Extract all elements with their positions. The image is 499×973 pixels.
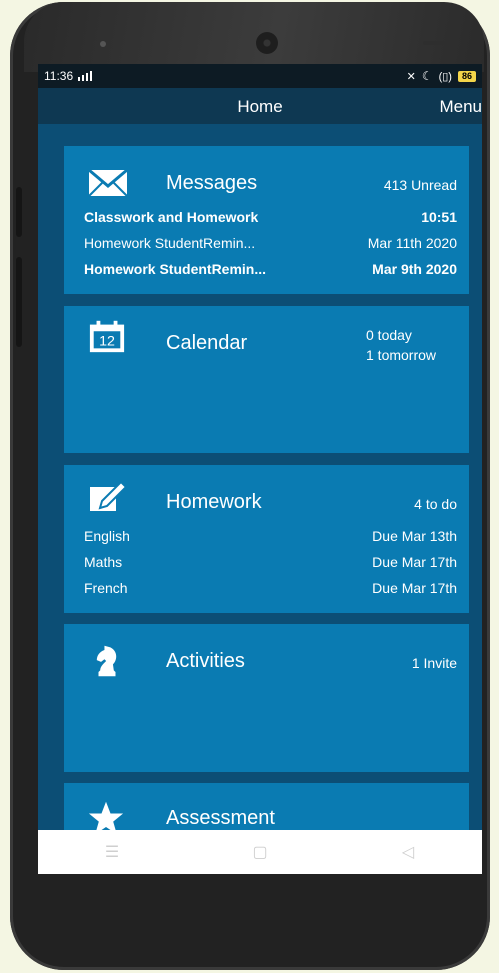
calendar-icon-day: 12 — [99, 334, 115, 350]
vibrate-icon: (▯) — [438, 70, 452, 83]
calendar-tomorrow: 1 tomorrow — [366, 347, 437, 363]
phone-screen: 11:36 ✕ ☾ (▯) 86 Home Menu Messages 413 … — [38, 64, 482, 874]
homework-due: Due Mar 17th — [372, 554, 457, 570]
side-button — [16, 257, 22, 347]
message-row[interactable]: Homework StudentRemin... Mar 9th 2020 — [84, 261, 457, 281]
front-camera — [100, 41, 106, 47]
status-bar: 11:36 ✕ ☾ (▯) 86 — [38, 64, 482, 88]
page-title: Home — [237, 97, 283, 116]
messages-card[interactable]: Messages 413 Unread Classwork and Homewo… — [64, 146, 469, 294]
phone-frame: 11:36 ✕ ☾ (▯) 86 Home Menu Messages 413 … — [10, 2, 490, 970]
homework-due: Due Mar 13th — [372, 528, 457, 544]
calendar-card[interactable]: 12 Calendar 0 today 1 tomorrow — [64, 306, 469, 453]
phone-bezel-top — [24, 2, 484, 72]
messages-title: Messages — [166, 172, 258, 194]
moon-icon: ☾ — [421, 69, 433, 83]
envelope-icon — [88, 168, 128, 197]
mute-icon: ✕ — [406, 70, 416, 83]
homework-subject: English — [84, 528, 130, 544]
menu-button[interactable]: Menu — [439, 97, 482, 117]
calendar-title: Calendar — [166, 332, 248, 354]
home-nav-icon[interactable]: ▢ — [240, 842, 280, 862]
activities-card[interactable]: Activities 1 Invite — [64, 624, 469, 772]
message-row[interactable]: Homework StudentRemin... Mar 11th 2020 — [84, 235, 457, 255]
message-subject: Homework StudentRemin... — [84, 235, 256, 251]
homework-row[interactable]: French Due Mar 17th — [84, 580, 457, 600]
earpiece-speaker — [256, 32, 278, 54]
activities-invite-count: 1 Invite — [411, 655, 457, 671]
homework-subject: French — [84, 580, 128, 596]
homework-row[interactable]: Maths Due Mar 17th — [84, 554, 457, 574]
homework-due: Due Mar 17th — [372, 580, 457, 596]
messages-unread-count: 413 Unread — [383, 177, 457, 193]
app-bar: Home Menu — [38, 88, 482, 124]
pencil-edit-icon — [90, 480, 128, 511]
homework-card[interactable]: Homework 4 to do English Due Mar 13th Ma… — [64, 465, 469, 613]
homework-title: Homework — [166, 491, 262, 513]
back-icon[interactable]: ◁ — [388, 842, 428, 862]
assessment-card[interactable]: Assessment — [64, 783, 469, 830]
signal-icon — [78, 71, 93, 81]
star-icon — [88, 801, 124, 830]
homework-row[interactable]: English Due Mar 13th — [84, 528, 457, 548]
battery-indicator: 86 — [457, 70, 476, 82]
android-nav-bar: ☰ ▢ ◁ — [38, 830, 482, 874]
message-subject: Classwork and Homework — [84, 209, 259, 225]
activities-title: Activities — [166, 650, 245, 672]
message-date: Mar 9th 2020 — [372, 261, 457, 277]
chess-knight-icon — [96, 645, 117, 677]
calendar-icon: 12 — [89, 320, 125, 353]
volume-button — [16, 187, 22, 237]
dashboard: Messages 413 Unread Classwork and Homewo… — [38, 124, 482, 830]
recent-apps-icon[interactable]: ☰ — [92, 842, 132, 862]
status-time: 11:36 — [44, 69, 74, 83]
proximity-sensor — [423, 41, 447, 45]
message-date: Mar 11th 2020 — [367, 235, 457, 251]
assessment-title: Assessment — [166, 807, 275, 829]
message-row[interactable]: Classwork and Homework 10:51 — [84, 209, 457, 229]
message-date: 10:51 — [421, 209, 457, 225]
message-subject: Homework StudentRemin... — [84, 261, 267, 277]
calendar-today: 0 today — [366, 327, 412, 343]
homework-todo-count: 4 to do — [414, 496, 457, 512]
calendar-summary: 0 today 1 tomorrow — [366, 325, 436, 365]
homework-subject: Maths — [84, 554, 123, 570]
